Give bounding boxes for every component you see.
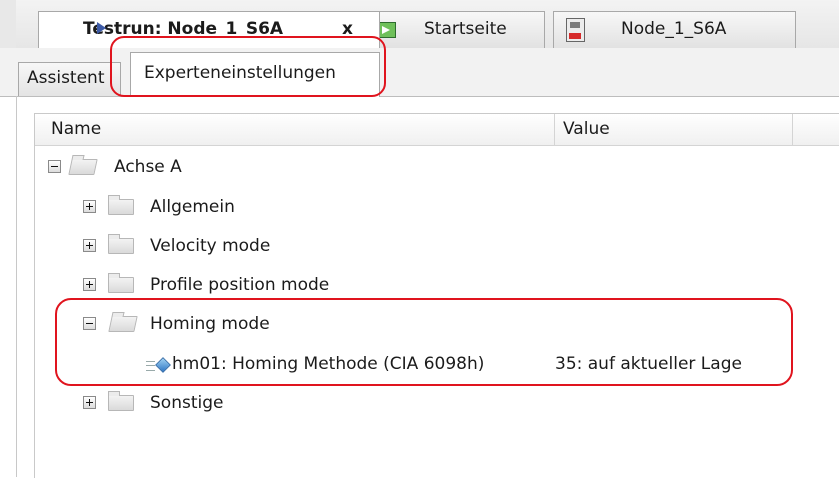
- highlight-annotation-tab: [110, 36, 386, 97]
- tree-row-label: Sonstige: [150, 393, 224, 413]
- tab-label: Startseite: [424, 19, 507, 39]
- folder-icon: [108, 234, 134, 254]
- column-header-name[interactable]: Name: [51, 114, 101, 144]
- tree-row-label: Velocity mode: [150, 236, 271, 256]
- folder-icon: [108, 195, 134, 215]
- tab-node-device[interactable]: Node_1_S6A: [553, 11, 796, 48]
- folder-open-icon: [68, 159, 98, 175]
- expand-icon[interactable]: [83, 278, 96, 291]
- start-page-icon: [378, 22, 396, 38]
- expand-icon[interactable]: [83, 239, 96, 252]
- folder-icon: [108, 391, 134, 411]
- play-arrow-icon: [97, 22, 106, 34]
- device-keb-icon: [566, 18, 585, 42]
- grid-header: Name Value: [35, 114, 839, 146]
- highlight-annotation-homing: [55, 298, 793, 386]
- tree-row-label: Allgemein: [150, 197, 235, 217]
- tree-row-label: Profile position mode: [150, 275, 330, 295]
- column-separator[interactable]: [792, 114, 793, 145]
- tree-row-label: Achse A: [114, 157, 182, 177]
- tab-strip-edge: [0, 0, 16, 48]
- tab-assistent[interactable]: Assistent: [18, 62, 121, 96]
- expand-icon[interactable]: [83, 200, 96, 213]
- expand-icon[interactable]: [83, 396, 96, 409]
- tab-startseite[interactable]: Startseite: [367, 11, 545, 48]
- column-separator[interactable]: [554, 114, 555, 145]
- folder-icon: [108, 273, 134, 293]
- column-header-value[interactable]: Value: [563, 114, 610, 144]
- collapse-icon[interactable]: [48, 160, 61, 173]
- panel-border: [16, 96, 17, 477]
- tab-label: Node_1_S6A: [621, 19, 727, 39]
